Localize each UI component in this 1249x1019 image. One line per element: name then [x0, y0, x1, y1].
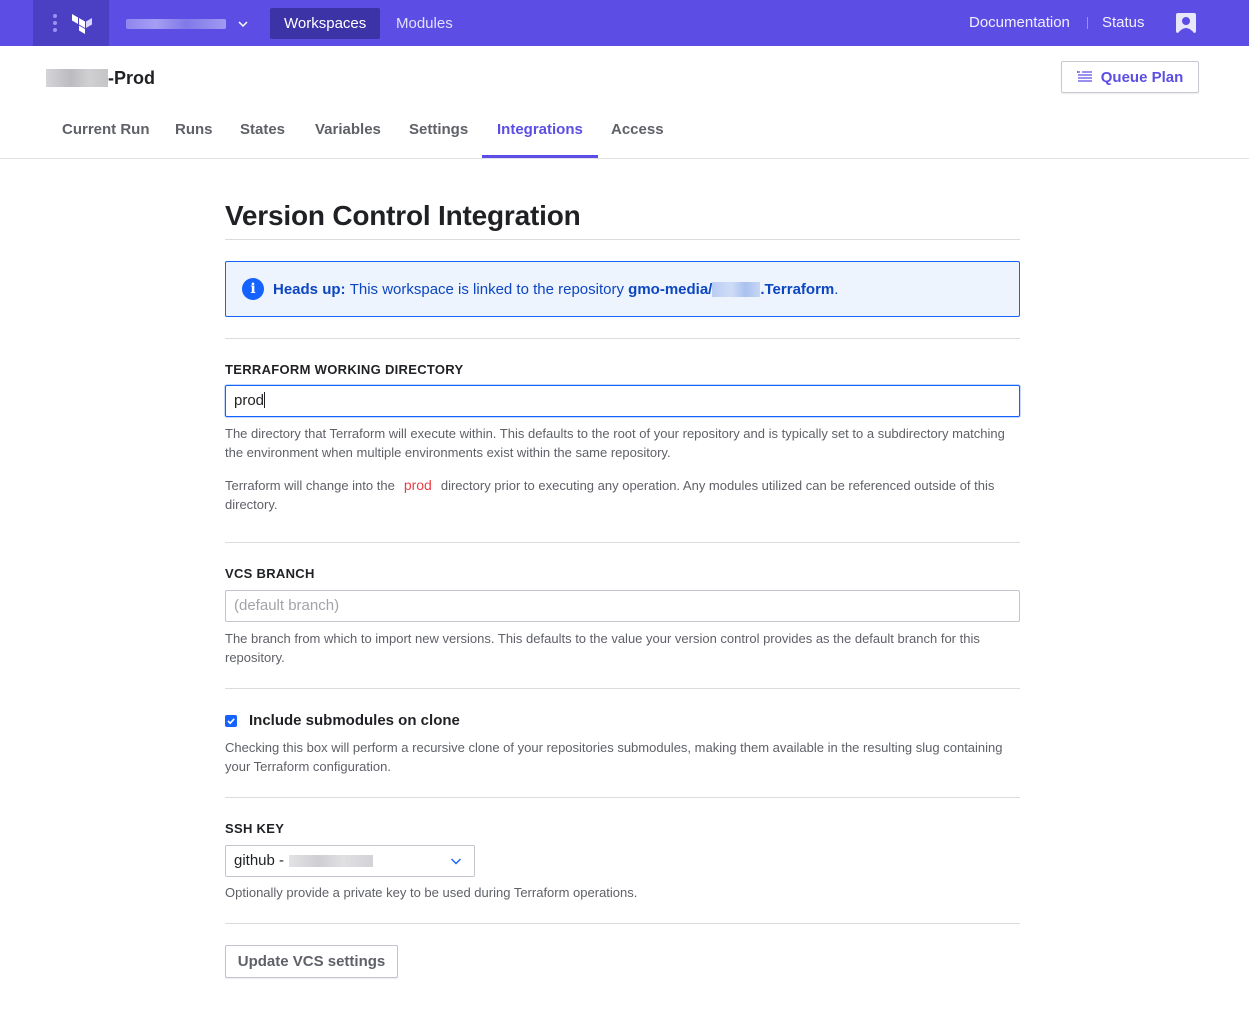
- tab-variables[interactable]: Variables: [300, 112, 396, 158]
- ssh-key-label: SSH KEY: [225, 821, 285, 836]
- nav-divider: [1087, 17, 1088, 29]
- note-pre: Terraform will change into the: [225, 478, 395, 493]
- tab-runs[interactable]: Runs: [160, 112, 228, 158]
- repo-prefix: gmo-media/: [628, 280, 713, 298]
- directory-code: prod: [403, 477, 432, 493]
- divider: [225, 542, 1020, 543]
- queue-list-icon: [1076, 71, 1092, 82]
- include-submodules-checkbox[interactable]: [225, 715, 237, 727]
- chevron-down-icon: [238, 21, 248, 28]
- repo-name-redacted: [712, 281, 761, 297]
- ssh-key-select[interactable]: github -: [225, 845, 475, 877]
- chevron-down-icon: [451, 858, 461, 865]
- queue-plan-button[interactable]: Queue Plan: [1061, 61, 1199, 93]
- tab-settings[interactable]: Settings: [394, 112, 483, 158]
- update-vcs-settings-button[interactable]: Update VCS settings: [225, 945, 398, 978]
- workspace-name-suffix: -Prod: [108, 67, 155, 88]
- alert-lead: Heads up:: [273, 280, 346, 298]
- status-link[interactable]: Status: [1102, 0, 1145, 46]
- workspace-name-redacted: [46, 69, 108, 87]
- user-avatar-icon[interactable]: [1176, 13, 1196, 33]
- organization-name-redacted: [126, 19, 226, 29]
- info-icon: i: [242, 278, 264, 300]
- divider: [225, 688, 1020, 689]
- workspace-tabs: Current Run Runs States Variables Settin…: [0, 112, 1249, 159]
- alert-text: This workspace is linked to the reposito…: [349, 280, 624, 298]
- repository-linked-alert: i Heads up: This workspace is linked to …: [225, 261, 1020, 317]
- brand-area[interactable]: [33, 0, 109, 46]
- ssh-key-selected: github -: [234, 852, 285, 869]
- divider: [225, 797, 1020, 798]
- app-menu-icon[interactable]: [53, 14, 57, 32]
- working-directory-help: The directory that Terraform will execut…: [225, 426, 1005, 460]
- include-submodules-label[interactable]: Include submodules on clone: [249, 712, 460, 729]
- text-caret: [264, 392, 266, 408]
- queue-plan-label: Queue Plan: [1100, 68, 1184, 86]
- documentation-link[interactable]: Documentation: [969, 0, 1070, 46]
- nav-tab-workspaces[interactable]: Workspaces: [270, 8, 381, 39]
- workspace-title: -Prod: [46, 66, 155, 90]
- tab-states[interactable]: States: [225, 112, 300, 158]
- submodules-help: Checking this box will perform a recursi…: [225, 740, 1003, 774]
- terraform-logo-icon[interactable]: [71, 12, 93, 34]
- vcs-branch-input[interactable]: (default branch): [225, 590, 1020, 622]
- working-directory-input[interactable]: prod: [225, 385, 1020, 417]
- checkmark-icon: [227, 718, 235, 725]
- alert-end: .: [834, 280, 839, 298]
- nav-tab-modules[interactable]: Modules: [382, 8, 467, 39]
- vcs-branch-label: VCS BRANCH: [225, 566, 315, 581]
- divider: [225, 923, 1020, 924]
- tab-integrations[interactable]: Integrations: [482, 112, 598, 158]
- vcs-branch-placeholder: (default branch): [234, 597, 340, 614]
- divider: [225, 239, 1020, 240]
- working-directory-value: prod: [234, 392, 265, 409]
- repo-suffix: .Terraform: [760, 280, 835, 298]
- working-directory-label: TERRAFORM WORKING DIRECTORY: [225, 362, 464, 377]
- working-directory-note: Terraform will change into the prod direct…: [225, 476, 1025, 514]
- tab-access[interactable]: Access: [596, 112, 679, 158]
- divider: [225, 338, 1020, 339]
- tab-current-run[interactable]: Current Run: [47, 112, 165, 158]
- ssh-key-name-redacted: [289, 855, 374, 867]
- organization-switcher[interactable]: [126, 14, 250, 34]
- vcs-branch-help: The branch from which to import new vers…: [225, 631, 980, 665]
- page-title: Version Control Integration: [225, 200, 581, 231]
- top-nav: Workspaces Modules Documentation Status: [0, 0, 1249, 46]
- ssh-key-help: Optionally provide a private key to be u…: [225, 885, 638, 900]
